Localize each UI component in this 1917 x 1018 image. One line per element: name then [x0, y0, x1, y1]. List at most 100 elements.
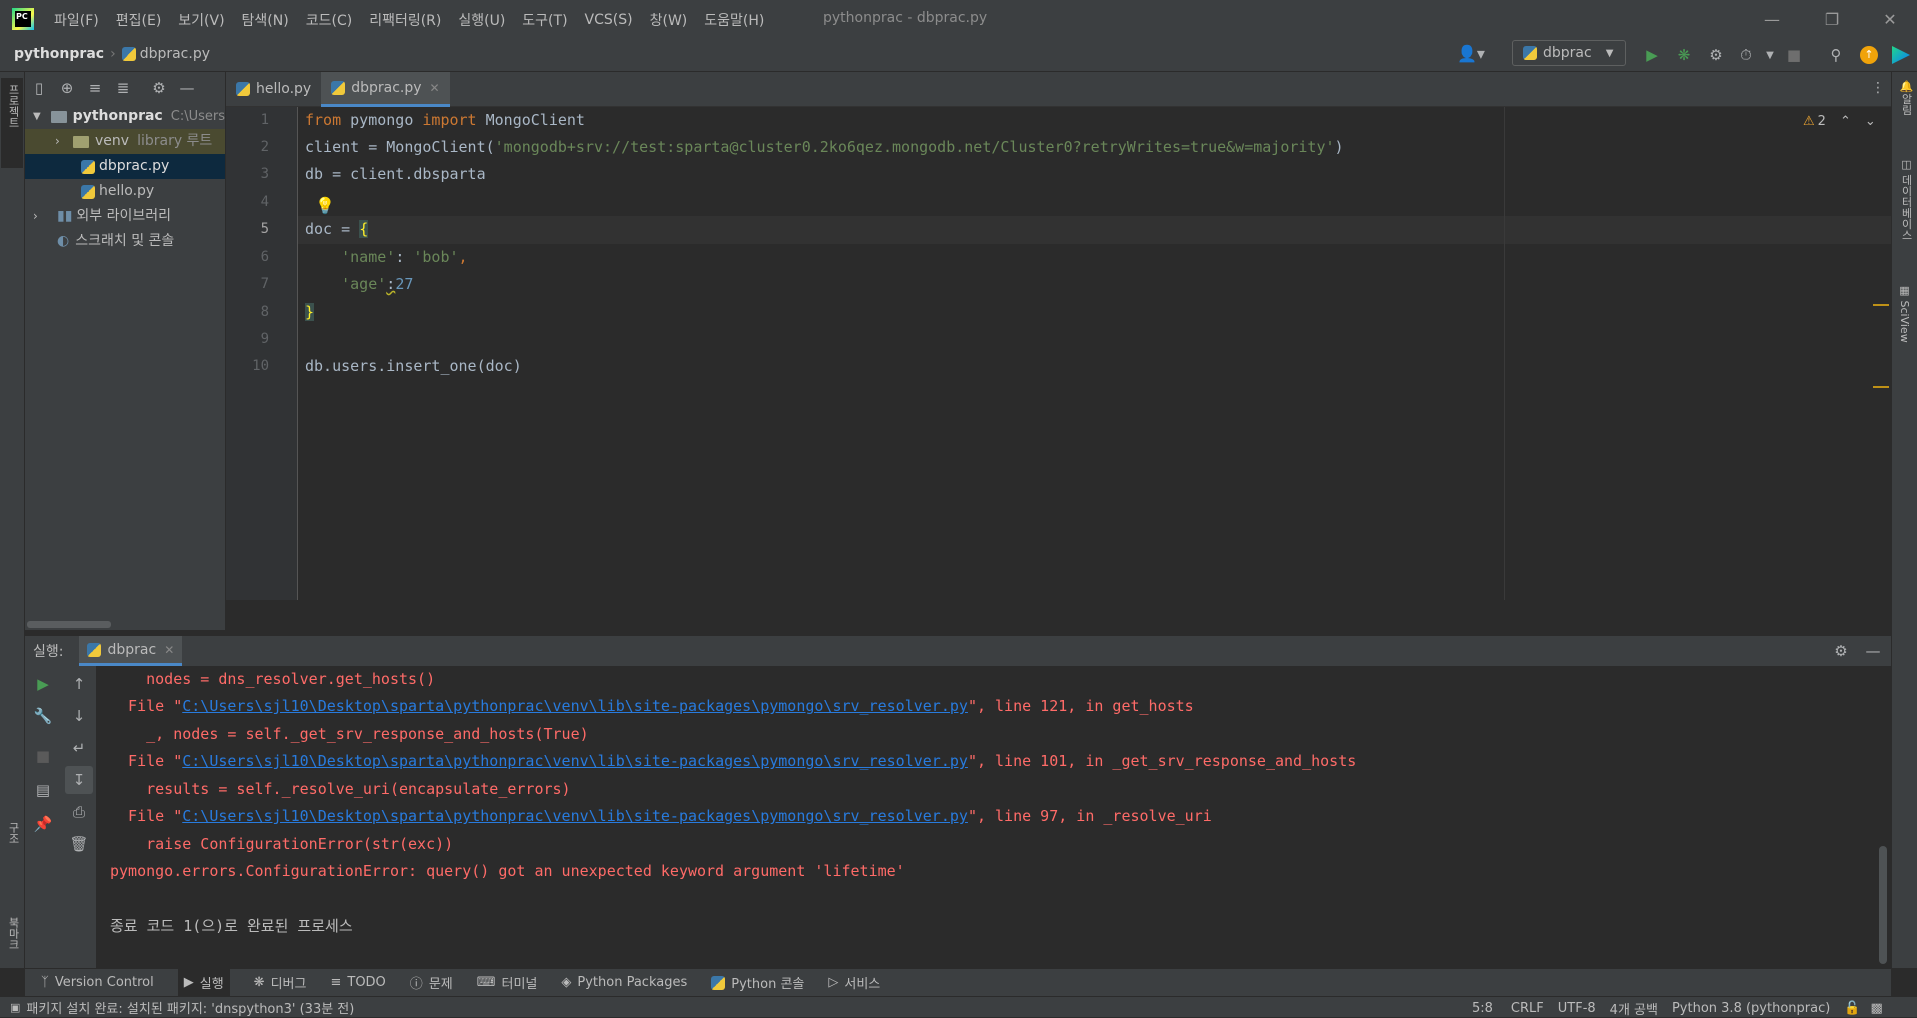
more-options-icon[interactable]: ⋮: [1871, 80, 1885, 96]
python-interpreter[interactable]: Python 3.8 (pythonprac): [1672, 1001, 1830, 1016]
menu-navigate[interactable]: 탐색(N): [242, 10, 289, 30]
hide-panel-icon[interactable]: —: [1859, 637, 1887, 665]
debug-icon[interactable]: ❋: [1670, 41, 1698, 69]
layout-icon[interactable]: ▤: [29, 776, 57, 804]
tab-problems[interactable]: ⓘ 문제: [410, 973, 453, 992]
notifications-tool-button[interactable]: 🔔알림: [1898, 80, 1914, 115]
console-file-link[interactable]: C:\Users\sjl10\Desktop\sparta\pythonprac…: [182, 697, 968, 715]
sciview-icon: ▦: [1898, 284, 1911, 301]
update-icon[interactable]: ↑: [1860, 46, 1878, 64]
scroll-up-icon[interactable]: ↑: [65, 670, 93, 698]
project-tool-button[interactable]: 프로젝트: [1, 78, 23, 168]
indent-setting[interactable]: 4개 공백: [1610, 999, 1658, 1018]
menu-code[interactable]: 코드(C): [306, 10, 352, 30]
rerun-icon[interactable]: ▶: [29, 670, 57, 698]
pin-icon[interactable]: 📌: [29, 810, 57, 838]
chevron-down-icon[interactable]: ⌄: [1865, 114, 1876, 129]
memory-indicator-icon[interactable]: ▩: [1871, 1001, 1883, 1016]
cursor-position[interactable]: 5:8: [1472, 1001, 1493, 1016]
settings-gear-icon[interactable]: ⚙: [145, 74, 173, 102]
menu-window[interactable]: 창(W): [650, 10, 688, 30]
bookmarks-tool-button[interactable]: 북마크: [5, 917, 21, 950]
database-tool-button[interactable]: ◫ 데이터베이스: [1898, 158, 1914, 241]
console-text: File ": [110, 697, 183, 715]
coverage-icon[interactable]: ⚙: [1702, 41, 1730, 69]
search-icon[interactable]: ⚲: [1822, 41, 1850, 69]
tab-dbprac[interactable]: dbprac.py ✕: [321, 71, 450, 107]
breadcrumb: pythonprac › dbprac.py: [14, 46, 210, 62]
inspection-widget[interactable]: ⚠ 2 ⌃ ⌄: [1803, 114, 1876, 129]
tab-services[interactable]: ▷ 서비스: [828, 973, 880, 992]
trash-icon[interactable]: 🗑: [65, 830, 93, 858]
file-encoding[interactable]: UTF-8: [1558, 1001, 1596, 1016]
wrench-icon[interactable]: 🔧: [29, 702, 57, 730]
menu-run[interactable]: 실행(U): [458, 10, 505, 30]
expand-all-icon[interactable]: ≡: [81, 74, 109, 102]
tree-venv[interactable]: › venv library 루트: [25, 129, 225, 154]
scroll-to-end-icon[interactable]: ↧: [65, 766, 93, 794]
tab-todo[interactable]: ≡ TODO: [330, 975, 385, 990]
warning-marker[interactable]: [1873, 386, 1889, 388]
view-mode-icon[interactable]: ▯: [25, 74, 53, 102]
menu-edit[interactable]: 편집(E): [116, 10, 162, 30]
locate-file-icon[interactable]: ⊕: [53, 74, 81, 102]
close-window-button[interactable]: ✕: [1863, 0, 1917, 38]
tree-scratches[interactable]: ◐ 스크래치 및 콘솔: [25, 229, 225, 254]
menu-vcs[interactable]: VCS(S): [585, 12, 633, 28]
minimize-button[interactable]: —: [1745, 0, 1799, 38]
breadcrumb-file[interactable]: dbprac.py: [140, 46, 210, 62]
stop-icon[interactable]: ■: [1780, 41, 1808, 69]
chevron-up-icon[interactable]: ⌃: [1840, 114, 1851, 129]
code-with-me-icon[interactable]: [1892, 46, 1910, 64]
run-config-select[interactable]: dbprac ▼: [1512, 40, 1626, 66]
run-console[interactable]: nodes = dns_resolver.get_hosts() File "C…: [97, 666, 1891, 968]
soft-wrap-icon[interactable]: ↵: [65, 734, 93, 762]
tab-version-control[interactable]: ᛉ Version Control: [41, 975, 154, 990]
menu-view[interactable]: 보기(V): [178, 10, 224, 30]
horizontal-scrollbar[interactable]: [27, 621, 111, 628]
hide-panel-icon[interactable]: —: [173, 74, 201, 102]
run-tab-dbprac[interactable]: dbprac ✕: [79, 636, 183, 666]
menu-file[interactable]: 파일(F): [54, 10, 99, 30]
console-file-link[interactable]: C:\Users\sjl10\Desktop\sparta\pythonprac…: [182, 752, 968, 770]
menu-help[interactable]: 도움말(H): [704, 10, 764, 30]
restore-button[interactable]: ❐: [1805, 0, 1859, 38]
tab-python-console[interactable]: Python 콘솔: [711, 973, 804, 992]
status-panel-icon[interactable]: ▣: [10, 1001, 20, 1014]
collapse-all-icon[interactable]: ≣: [109, 74, 137, 102]
print-icon[interactable]: ⎙: [65, 798, 93, 826]
close-tab-icon[interactable]: ✕: [164, 643, 174, 657]
warning-marker[interactable]: [1873, 304, 1889, 306]
breadcrumb-project[interactable]: pythonprac: [14, 46, 104, 62]
status-message[interactable]: 패키지 설치 완료: 설치된 패키지: 'dnspython3' (33분 전): [26, 998, 354, 1017]
tree-external-libraries[interactable]: › ▮▮ 외부 라이브러리: [25, 204, 225, 229]
run-icon[interactable]: ▶: [1638, 41, 1666, 69]
structure-tool-button[interactable]: 구조: [5, 822, 21, 844]
lock-icon[interactable]: 🔓: [1844, 1001, 1860, 1016]
user-icon[interactable]: 👤▾: [1457, 44, 1485, 63]
tab-python-packages[interactable]: ◈ Python Packages: [561, 975, 687, 990]
tab-terminal[interactable]: ⌨ 터미널: [477, 973, 538, 992]
tab-debug[interactable]: ❋ 디버그: [254, 973, 307, 992]
console-file-link[interactable]: C:\Users\sjl10\Desktop\sparta\pythonprac…: [182, 807, 968, 825]
settings-gear-icon[interactable]: ⚙: [1827, 637, 1855, 665]
line-number: 1: [260, 112, 269, 128]
stop-icon[interactable]: ■: [29, 742, 57, 770]
scroll-down-icon[interactable]: ↓: [65, 702, 93, 730]
code-editor[interactable]: from pymongo import MongoClient client =…: [298, 107, 1891, 600]
tree-root[interactable]: ▼ pythonprac C:\Users: [25, 104, 225, 129]
console-text: ", line 97, in _resolve_uri: [967, 807, 1212, 825]
lightbulb-icon[interactable]: 💡: [315, 196, 335, 215]
line-separator[interactable]: CRLF: [1511, 1001, 1544, 1016]
sciview-tool-button[interactable]: ▦ SciView: [1898, 284, 1911, 343]
menu-refactor[interactable]: 리팩터링(R): [369, 10, 441, 30]
bell-icon: 🔔: [1900, 80, 1913, 94]
tab-run[interactable]: ▶ 실행: [177, 969, 230, 996]
tab-hello[interactable]: hello.py: [226, 72, 321, 107]
tree-file-hello[interactable]: hello.py: [25, 179, 225, 204]
python-file-icon: [81, 184, 95, 199]
menu-tools[interactable]: 도구(T): [522, 10, 567, 30]
close-tab-icon[interactable]: ✕: [430, 81, 440, 95]
tree-file-dbprac[interactable]: dbprac.py: [25, 154, 225, 179]
vertical-scrollbar[interactable]: [1879, 846, 1887, 964]
